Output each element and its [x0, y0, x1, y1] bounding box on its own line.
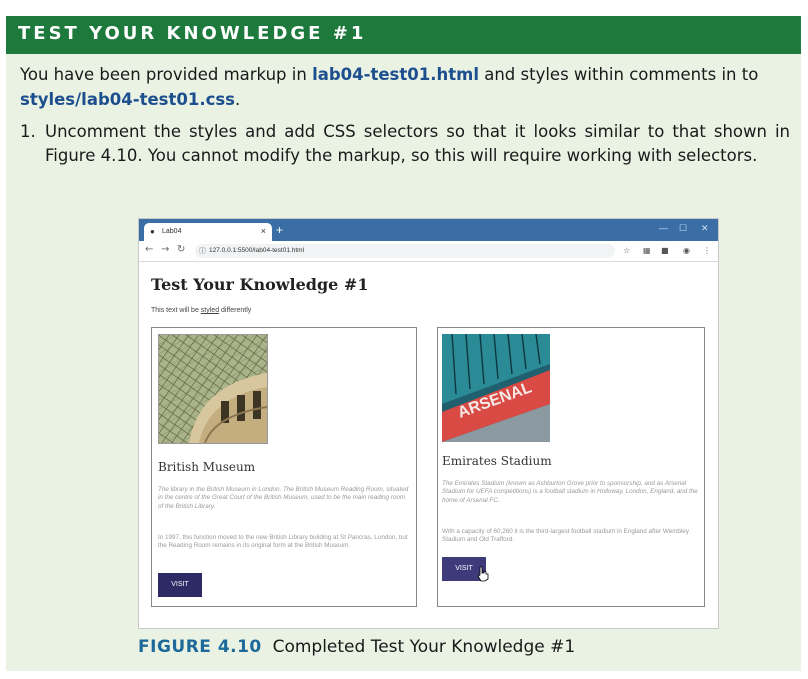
british-museum-photo [159, 335, 267, 443]
british-museum-image [158, 334, 268, 444]
new-tab-icon[interactable]: + [276, 223, 283, 237]
page-subtext: This text will be styled differently [151, 307, 252, 314]
card-title: British Museum [158, 460, 256, 474]
menu-icon[interactable]: ⋮ [703, 246, 711, 255]
figure-label: FIGURE 4.10 [138, 637, 262, 657]
tab-title: Lab04 [162, 228, 182, 235]
card-description: The Emirates Stadium (known as Ashburton… [442, 480, 698, 504]
favicon-icon: ● [150, 227, 155, 236]
browser-window: ● Lab04 × + — ☐ ✕ ← → ↻ ⓘ 127.0.0.1:5500… [138, 218, 719, 629]
card-description: The library in the British Museum in Lon… [158, 486, 409, 510]
figure-caption: FIGURE 4.10 Completed Test Your Knowledg… [138, 637, 575, 657]
close-window-icon[interactable]: ✕ [701, 223, 709, 234]
card-emirates-stadium: ARSENAL Emirates Stadium The Emirates St… [437, 327, 705, 607]
browser-tab[interactable]: ● Lab04 × [144, 223, 272, 241]
step-1: 1. Uncomment the styles and add CSS sele… [20, 120, 790, 168]
card-title: Emirates Stadium [442, 454, 552, 468]
css-filename: styles/lab04-test01.css [20, 90, 236, 109]
bookmark-star-icon[interactable]: ☆ [623, 246, 630, 255]
card-body: With a capacity of 60,260 it is the thir… [442, 528, 689, 544]
emirates-stadium-photo: ARSENAL [442, 334, 550, 442]
maximize-icon[interactable]: ☐ [679, 223, 687, 234]
card-british-museum: British Museum The library in the Britis… [151, 327, 417, 607]
extension-icon-2[interactable]: ■ [661, 246, 669, 255]
visit-button[interactable]: VISIT [158, 573, 202, 597]
tab-close-icon[interactable]: × [261, 226, 266, 236]
step-text: Uncomment the styles and add CSS selecto… [45, 122, 790, 165]
extension-icon[interactable]: ▦ [643, 246, 651, 255]
page-heading: Test Your Knowledge #1 [151, 275, 369, 294]
intro-paragraph: You have been provided markup in lab04-t… [20, 65, 759, 109]
url-field[interactable]: ⓘ 127.0.0.1:5500/lab04-test01.html [195, 244, 615, 258]
forward-icon[interactable]: → [161, 244, 169, 255]
hand-cursor-icon [477, 566, 489, 582]
back-icon[interactable]: ← [145, 244, 153, 255]
styled-word: styled [200, 307, 220, 314]
minimize-icon[interactable]: — [659, 223, 668, 233]
emirates-stadium-image: ARSENAL [442, 334, 550, 442]
info-icon[interactable]: ⓘ [199, 246, 206, 256]
html-filename: lab04-test01.html [312, 65, 479, 84]
panel-title: TEST YOUR KNOWLEDGE #1 [18, 23, 367, 44]
address-bar-row: ← → ↻ ⓘ 127.0.0.1:5500/lab04-test01.html… [139, 241, 718, 262]
card-body: In 1997, this function moved to the new … [158, 534, 408, 550]
step-number: 1. [20, 122, 36, 141]
panel-header: TEST YOUR KNOWLEDGE #1 [6, 16, 801, 54]
url-text: 127.0.0.1:5500/lab04-test01.html [209, 247, 305, 254]
reload-icon[interactable]: ↻ [177, 244, 185, 255]
browser-titlebar: ● Lab04 × + — ☐ ✕ [139, 219, 718, 241]
profile-icon[interactable]: ◉ [683, 246, 690, 255]
figure-caption-text: Completed Test Your Knowledge #1 [272, 637, 576, 657]
